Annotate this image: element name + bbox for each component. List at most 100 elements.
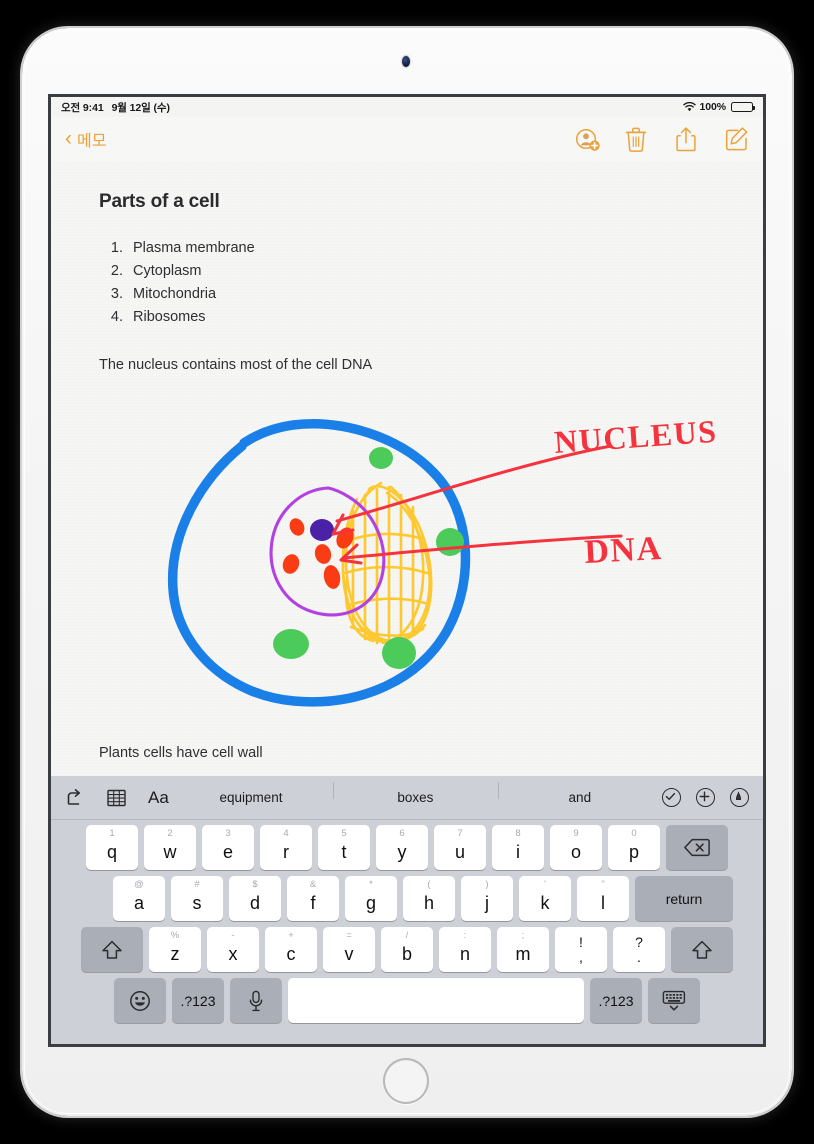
key-secondary-label: / (405, 930, 409, 941)
chevron-left-icon: ‹ (65, 126, 72, 150)
key-secondary-label: 8 (515, 828, 521, 839)
undo-icon[interactable] (65, 788, 85, 808)
home-button[interactable] (383, 1058, 429, 1104)
key-primary-label: k (540, 892, 550, 913)
keyboard-key-rows: 1 q 2 w 3 e 4 r 5 t 6 y 7 u 8 i 9 o 0 p … (51, 820, 763, 1033)
keyboard-toolbar-right (662, 788, 749, 807)
key-primary-label: r (283, 841, 289, 862)
key-w[interactable]: 2 w (144, 825, 196, 870)
key-h[interactable]: ( h (403, 876, 455, 921)
return-key[interactable]: return (635, 876, 733, 921)
shift-key-right[interactable] (671, 927, 733, 972)
back-button-label: 메모 (77, 133, 107, 150)
key-secondary-label: & (309, 879, 317, 890)
emoji-key[interactable] (114, 978, 166, 1023)
prediction-candidate[interactable]: and (497, 782, 662, 805)
status-date: 9월 12일 (수) (111, 101, 170, 114)
key-primary-label: v (344, 943, 354, 964)
plus-circle-icon[interactable] (696, 788, 715, 807)
key-b[interactable]: / b (381, 927, 433, 972)
trash-icon[interactable] (625, 126, 649, 152)
key-x[interactable]: - x (207, 927, 259, 972)
key-t[interactable]: 5 t (318, 825, 370, 870)
key-secondary-label: 4 (283, 828, 289, 839)
key-primary-label: t (341, 841, 347, 862)
numeric-key-right[interactable]: .?123 (590, 978, 642, 1023)
key-exclamation-comma[interactable]: ! , (555, 927, 607, 972)
key-y[interactable]: 6 y (376, 825, 428, 870)
text-format-icon[interactable]: Aa (148, 788, 169, 808)
key-primary-label: h (423, 892, 434, 913)
cell-diagram-sketch: NUCLEUS DNA (51, 391, 763, 731)
list-item: Plasma membrane (127, 237, 255, 260)
key-secondary-label: % (170, 930, 180, 941)
keyboard-row-1: 1 q 2 w 3 e 4 r 5 t 6 y 7 u 8 i 9 o 0 p (55, 825, 759, 870)
key-j[interactable]: ) j (461, 876, 513, 921)
key-l[interactable]: " l (577, 876, 629, 921)
hide-keyboard-key[interactable] (648, 978, 700, 1023)
numeric-key-left[interactable]: .?123 (172, 978, 224, 1023)
key-r[interactable]: 4 r (260, 825, 312, 870)
microphone-icon (248, 990, 264, 1012)
key-secondary-label: = (346, 930, 352, 941)
key-secondary-label: ! (579, 933, 583, 950)
prediction-candidate[interactable]: equipment (169, 790, 333, 805)
key-i[interactable]: 8 i (492, 825, 544, 870)
back-to-notes-button[interactable]: ‹ 메모 (65, 127, 106, 151)
key-primary-label: l (601, 892, 605, 913)
share-icon[interactable] (675, 126, 699, 152)
numeric-key-label: .?123 (180, 992, 216, 1009)
key-g[interactable]: * g (345, 876, 397, 921)
compose-icon[interactable] (725, 126, 749, 152)
key-secondary-label: 7 (457, 828, 463, 839)
add-person-icon[interactable] (575, 126, 600, 152)
key-p[interactable]: 0 p (608, 825, 660, 870)
key-question-period[interactable]: ? . (613, 927, 665, 972)
key-f[interactable]: & f (287, 876, 339, 921)
status-bar-left: 오전 9:41 9월 12일 (수) (61, 100, 170, 115)
key-primary-label: q (106, 841, 117, 862)
key-primary-label: n (459, 943, 470, 964)
table-icon[interactable] (107, 789, 126, 807)
dictation-key[interactable] (230, 978, 282, 1023)
key-primary-label: e (222, 841, 233, 862)
key-primary-label: w (163, 841, 177, 862)
key-c[interactable]: + c (265, 927, 317, 972)
list-item: Ribosomes (127, 306, 255, 329)
key-z[interactable]: % z (149, 927, 201, 972)
key-u[interactable]: 7 u (434, 825, 486, 870)
key-n[interactable]: : n (439, 927, 491, 972)
backspace-key[interactable] (666, 825, 728, 870)
wifi-icon (682, 102, 696, 112)
key-v[interactable]: = v (323, 927, 375, 972)
key-primary-label: d (249, 892, 260, 913)
key-primary-label: i (516, 841, 520, 862)
key-m[interactable]: ; m (497, 927, 549, 972)
key-a[interactable]: @ a (113, 876, 165, 921)
key-d[interactable]: $ d (229, 876, 281, 921)
markup-pen-icon[interactable] (730, 788, 749, 807)
key-s[interactable]: # s (171, 876, 223, 921)
battery-percent-label: 100% (699, 101, 727, 113)
list-item: Cytoplasm (127, 260, 255, 283)
key-primary-label: y (397, 841, 407, 862)
prediction-candidate[interactable]: boxes (333, 782, 497, 805)
key-q[interactable]: 1 q (86, 825, 138, 870)
key-o[interactable]: 9 o (550, 825, 602, 870)
key-k[interactable]: ' k (519, 876, 571, 921)
key-e[interactable]: 3 e (202, 825, 254, 870)
note-ordered-list: Plasma membrane Cytoplasm Mitochondria R… (99, 237, 255, 329)
key-primary-label: a (133, 892, 144, 913)
shift-key-left[interactable] (81, 927, 143, 972)
note-paragraph-plants: Plants cells have cell wall (99, 745, 263, 761)
checklist-icon[interactable] (662, 788, 681, 807)
note-content-area[interactable]: Parts of a cell Plasma membrane Cytoplas… (51, 161, 763, 776)
key-primary-label: p (628, 841, 639, 862)
key-primary-label: j (485, 892, 489, 913)
nav-actions (575, 126, 749, 152)
spacebar-key[interactable] (288, 978, 584, 1023)
list-item: Mitochondria (127, 283, 255, 306)
annotation-label-nucleus: NUCLEUS (553, 413, 719, 460)
key-primary-label: m (515, 943, 531, 964)
key-primary-label: g (365, 892, 376, 913)
